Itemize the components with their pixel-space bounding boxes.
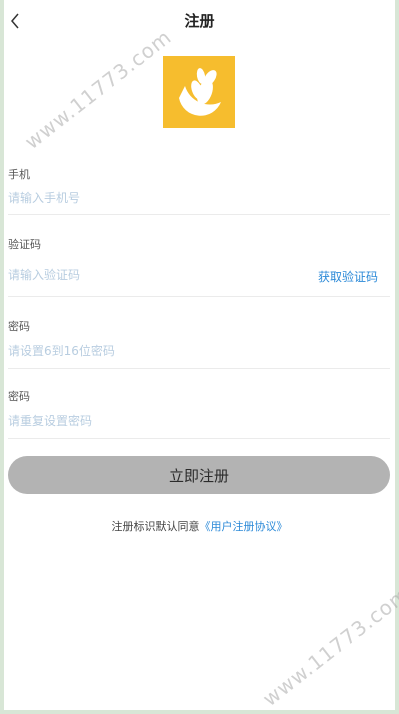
phone-input[interactable] [8, 188, 308, 208]
page-title: 注册 [184, 12, 215, 30]
agreement-text: 注册标识默认同意《用户注册协议》 [4, 518, 395, 534]
divider [8, 214, 390, 215]
wheat-leaf-icon [179, 68, 221, 116]
app-logo [163, 56, 235, 128]
confirm-password-field-group: 密码 [4, 382, 390, 440]
phone-label: 手机 [8, 168, 30, 181]
nav-bar: 注册 [4, 0, 395, 42]
password-label: 密码 [8, 320, 30, 333]
confirm-password-label: 密码 [8, 390, 30, 403]
password-field-group: 密码 [4, 312, 390, 370]
get-code-button[interactable]: 获取验证码 [318, 268, 378, 285]
code-label: 验证码 [8, 238, 41, 251]
divider [8, 296, 390, 297]
agreement-prefix: 注册标识默认同意 [111, 520, 200, 533]
phone-field-group: 手机 [4, 160, 390, 216]
password-input[interactable] [8, 341, 308, 361]
divider [8, 438, 390, 439]
divider [8, 368, 390, 369]
register-button[interactable]: 立即注册 [8, 456, 390, 494]
code-field-group: 验证码 获取验证码 [4, 230, 390, 298]
code-input[interactable] [8, 265, 248, 285]
confirm-password-input[interactable] [8, 411, 308, 431]
user-agreement-link[interactable]: 《用户注册协议》 [200, 520, 288, 533]
